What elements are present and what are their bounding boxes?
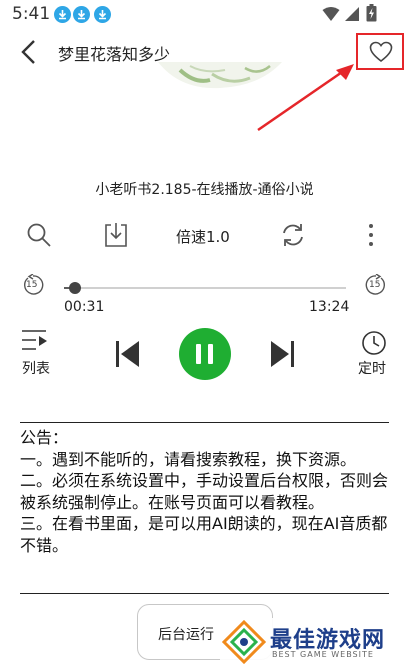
speed-button[interactable]: 倍速1.0 [176, 226, 230, 247]
forward-seconds: 15 [369, 280, 381, 290]
timer-label: 定时 [358, 361, 386, 377]
notice-line: 二。必须在系统设置中，手动设置后台权限，否则会被系统强制停止。在账号页面可以看教… [20, 471, 389, 512]
notice-line: 一。遇到不能听的，请看搜索教程，换下资源。 [20, 449, 357, 469]
notice-bottom-divider [20, 593, 389, 594]
watermark: 最佳游戏网 BEST GAME WEBSITE [220, 618, 406, 666]
track-title: 小老听书2.185-在线播放-通俗小说 [95, 182, 314, 198]
signal-icon [345, 7, 359, 21]
forward-15-button[interactable]: 15 [365, 273, 387, 296]
download-notification-icon [94, 6, 111, 23]
total-time: 13:24 [309, 299, 350, 315]
heart-icon[interactable] [369, 41, 393, 63]
watermark-logo [222, 620, 266, 664]
notice-line: 公告： [20, 428, 69, 447]
pause-button[interactable] [179, 328, 231, 380]
next-track-icon[interactable] [270, 340, 296, 368]
loop-icon[interactable] [280, 222, 306, 248]
progress-thumb[interactable] [69, 282, 81, 294]
background-run-label: 后台运行 [158, 627, 214, 643]
notice-top-divider [20, 422, 389, 423]
rewind-seconds: 15 [26, 280, 38, 290]
wifi-icon [322, 7, 340, 21]
back-icon[interactable] [18, 38, 42, 66]
battery-icon [366, 4, 377, 22]
sleep-timer-button[interactable]: 定时 [356, 330, 392, 378]
status-time: 5:41 [12, 4, 51, 24]
previous-track-icon[interactable] [114, 340, 140, 368]
download-notification-icon [73, 6, 90, 23]
notice-panel: 公告： 一。遇到不能听的，请看搜索教程，换下资源。 二。必须在系统设置中，手动设… [20, 427, 389, 556]
progress-track[interactable] [64, 287, 346, 289]
annotation-arrow [257, 64, 354, 132]
favorite-highlight-box[interactable] [356, 33, 404, 70]
playlist-label: 列表 [22, 361, 50, 377]
playlist-button[interactable]: 列表 [20, 328, 56, 378]
clock-icon [362, 331, 386, 355]
pause-icon [196, 344, 201, 364]
rewind-15-button[interactable]: 15 [22, 273, 44, 296]
notice-line: 三。在看书里面，是可以用AI朗读的，现在AI音质都不错。 [20, 514, 388, 555]
download-notification-icon [54, 6, 71, 23]
download-icon[interactable] [104, 222, 128, 248]
search-icon[interactable] [26, 222, 52, 248]
current-time: 00:31 [64, 299, 105, 315]
playlist-icon [22, 330, 47, 350]
watermark-subtitle: BEST GAME WEBSITE [272, 650, 374, 659]
more-icon[interactable] [366, 222, 376, 248]
